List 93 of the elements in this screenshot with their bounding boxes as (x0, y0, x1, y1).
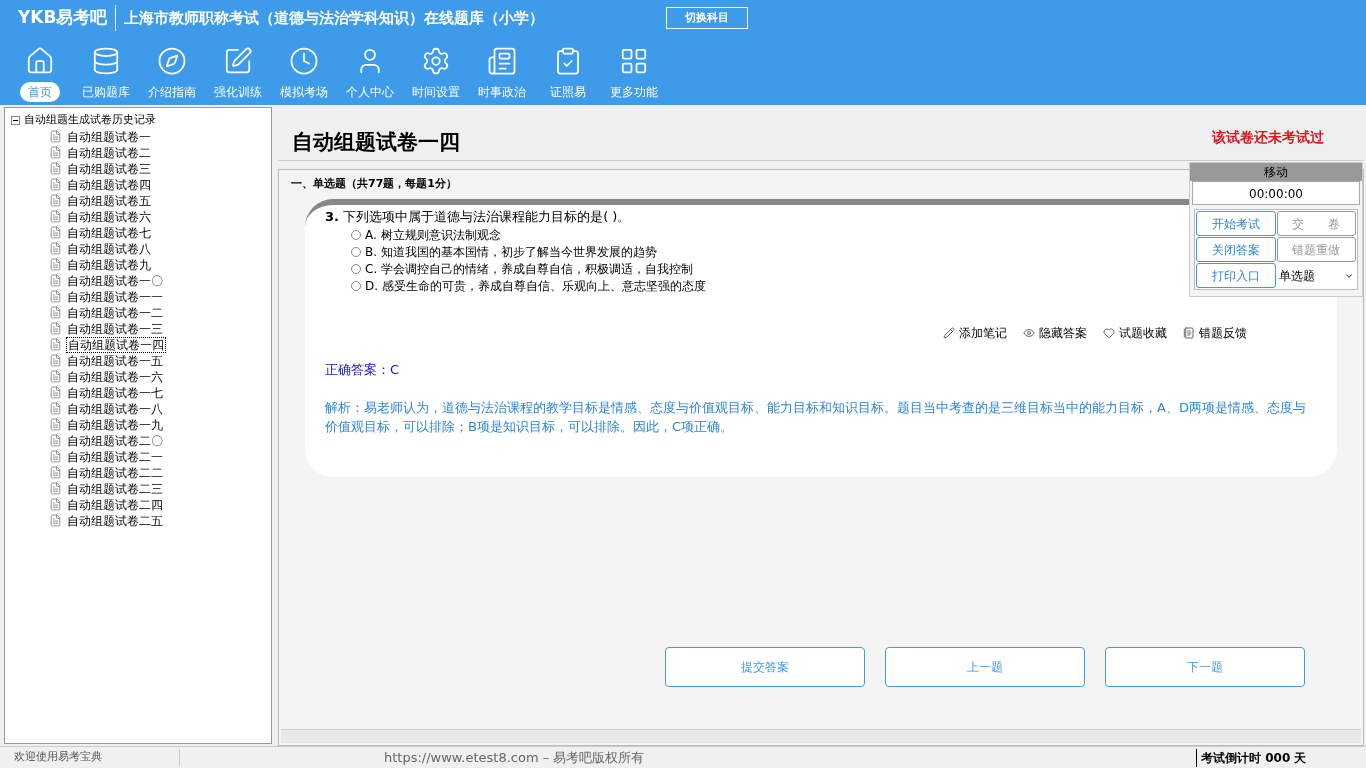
document-icon (49, 146, 62, 159)
newspaper-icon[interactable] (487, 46, 517, 76)
home-icon[interactable] (25, 46, 55, 76)
tree-item[interactable]: 自动组题试卷二二 (66, 465, 164, 480)
panel-button[interactable]: 关闭答案 (1196, 237, 1276, 262)
tree-item[interactable]: 自动组题试卷一九 (66, 417, 164, 432)
document-icon (49, 402, 62, 415)
document-icon (49, 290, 62, 303)
panel-title[interactable]: 移动 (1190, 163, 1362, 181)
countdown-text: 考试倒计时 000 天 (1196, 748, 1366, 767)
heart-icon (1103, 327, 1115, 339)
tree-item[interactable]: 自动组题试卷一 (66, 129, 152, 144)
option-text: A. 树立规则意识法制观念 (365, 226, 501, 244)
tree-item[interactable]: 自动组题试卷九 (66, 257, 152, 272)
tree-item[interactable]: 自动组题试卷二 (66, 145, 152, 160)
pen-icon[interactable] (223, 46, 253, 76)
document-icon (49, 258, 62, 271)
document-icon (49, 226, 62, 239)
radio-button[interactable] (351, 229, 361, 240)
tree-item[interactable]: 自动组题试卷一三 (66, 321, 164, 336)
exam-status: 该试卷还未考试过 (1212, 128, 1324, 147)
document-icon (49, 354, 62, 367)
tree-item[interactable]: 自动组题试卷一七 (66, 385, 164, 400)
notebook-icon (1183, 327, 1195, 339)
database-icon[interactable] (91, 46, 121, 76)
document-icon (49, 306, 62, 319)
document-icon (49, 274, 62, 287)
welcome-text: 欢迎使用易考宝典 (0, 749, 180, 766)
logo: YKB易考吧 (18, 5, 117, 31)
tree-item[interactable]: 自动组题试卷六 (66, 209, 152, 224)
option-text: B. 知道我国的基本国情，初步了解当今世界发展的趋势 (365, 243, 657, 261)
document-icon (49, 194, 62, 207)
tree-item[interactable]: 自动组题试卷七 (66, 225, 152, 240)
document-icon (49, 418, 62, 431)
document-icon (49, 322, 62, 335)
clock-icon[interactable] (289, 46, 319, 76)
eye-icon (1023, 327, 1035, 339)
tree-item[interactable]: 自动组题试卷一二 (66, 305, 164, 320)
tree-item[interactable]: 自动组题试卷四 (66, 177, 152, 192)
document-icon (49, 370, 62, 383)
timer-display: 00:00:00 (1192, 181, 1360, 205)
tree-item[interactable]: 自动组题试卷一四 (66, 336, 166, 353)
tree-root[interactable]: 自动组题生成试卷历史记录 (24, 112, 156, 129)
document-icon (49, 450, 62, 463)
settings-icon[interactable] (421, 46, 451, 76)
panel-button[interactable]: 打印入口 (1196, 263, 1276, 288)
collapse-toggle[interactable] (11, 115, 20, 125)
document-icon (49, 338, 62, 351)
paper-title: 自动组题试卷一四 (291, 128, 460, 156)
tree-item[interactable]: 自动组题试卷一六 (66, 369, 164, 384)
radio-button[interactable] (351, 280, 361, 291)
radio-button[interactable] (351, 263, 361, 274)
type-dropdown[interactable]: 单选题 (1276, 263, 1356, 288)
document-icon (49, 242, 62, 255)
answer-analysis: 解析：易老师认为，道德与法治课程的教学目标是情感、态度与价值观目标、能力目标和知识目标。题目当中考查的是三维目标当中的能力目标，A、D两项是情感、态度与价值观目标，可以排除；B项是知识目标，可以排除。因此，C项正确。 (325, 398, 1307, 436)
question-action[interactable]: 隐藏答案 (1023, 324, 1087, 342)
document-icon (49, 498, 62, 511)
document-icon (49, 482, 62, 495)
tree-item[interactable]: 自动组题试卷一一 (66, 289, 164, 304)
question-action[interactable]: 添加笔记 (943, 324, 1007, 342)
tree-item[interactable]: 自动组题试卷二一 (66, 449, 164, 464)
document-icon (49, 162, 62, 175)
tree-item[interactable]: 自动组题试卷一〇 (66, 273, 164, 288)
radio-button[interactable] (351, 246, 361, 257)
document-icon (49, 434, 62, 447)
panel-button[interactable]: 开始考试 (1196, 211, 1276, 236)
grid-icon[interactable] (619, 46, 649, 76)
tree-item[interactable]: 自动组题试卷二〇 (66, 433, 164, 448)
document-icon (49, 130, 62, 143)
compass-icon[interactable] (157, 46, 187, 76)
document-icon (49, 514, 62, 527)
option-text: D. 感受生命的可贵，养成自尊自信、乐观向上、意志坚强的态度 (365, 277, 706, 295)
document-icon (49, 386, 62, 399)
correct-answer: 正确答案：C (325, 361, 401, 379)
option-text: C. 学会调控自己的情绪，养成自尊自信，积极调适，自我控制 (365, 260, 694, 278)
question-action[interactable]: 错题反馈 (1183, 324, 1247, 342)
copyright-text: https://www.etest8.com – 易考吧版权所有 (384, 748, 646, 767)
tree-item[interactable]: 自动组题试卷二五 (66, 513, 164, 528)
window-title: 上海市教师职称考试（道德与法治学科知识）在线题库（小学） (123, 7, 546, 29)
tree-item[interactable]: 自动组题试卷三 (66, 161, 152, 176)
pencil-icon (943, 327, 955, 339)
tree-item[interactable]: 自动组题试卷一八 (66, 401, 164, 416)
tree-item[interactable]: 自动组题试卷五 (66, 193, 152, 208)
question-text: 3. 下列选项中属于道德与法治课程能力目标的是( )。 (325, 208, 631, 224)
question-action[interactable]: 试题收藏 (1103, 324, 1167, 342)
tree-item[interactable]: 自动组题试卷八 (66, 241, 152, 256)
tree-item[interactable]: 自动组题试卷一五 (66, 353, 164, 368)
tree-item[interactable]: 自动组题试卷二三 (66, 481, 164, 496)
section-heading: 一、单选题（共77题，每题1分） (291, 176, 457, 192)
document-icon (49, 466, 62, 479)
tree-item[interactable]: 自动组题试卷二四 (66, 497, 164, 512)
document-icon (49, 210, 62, 223)
document-icon (49, 178, 62, 191)
